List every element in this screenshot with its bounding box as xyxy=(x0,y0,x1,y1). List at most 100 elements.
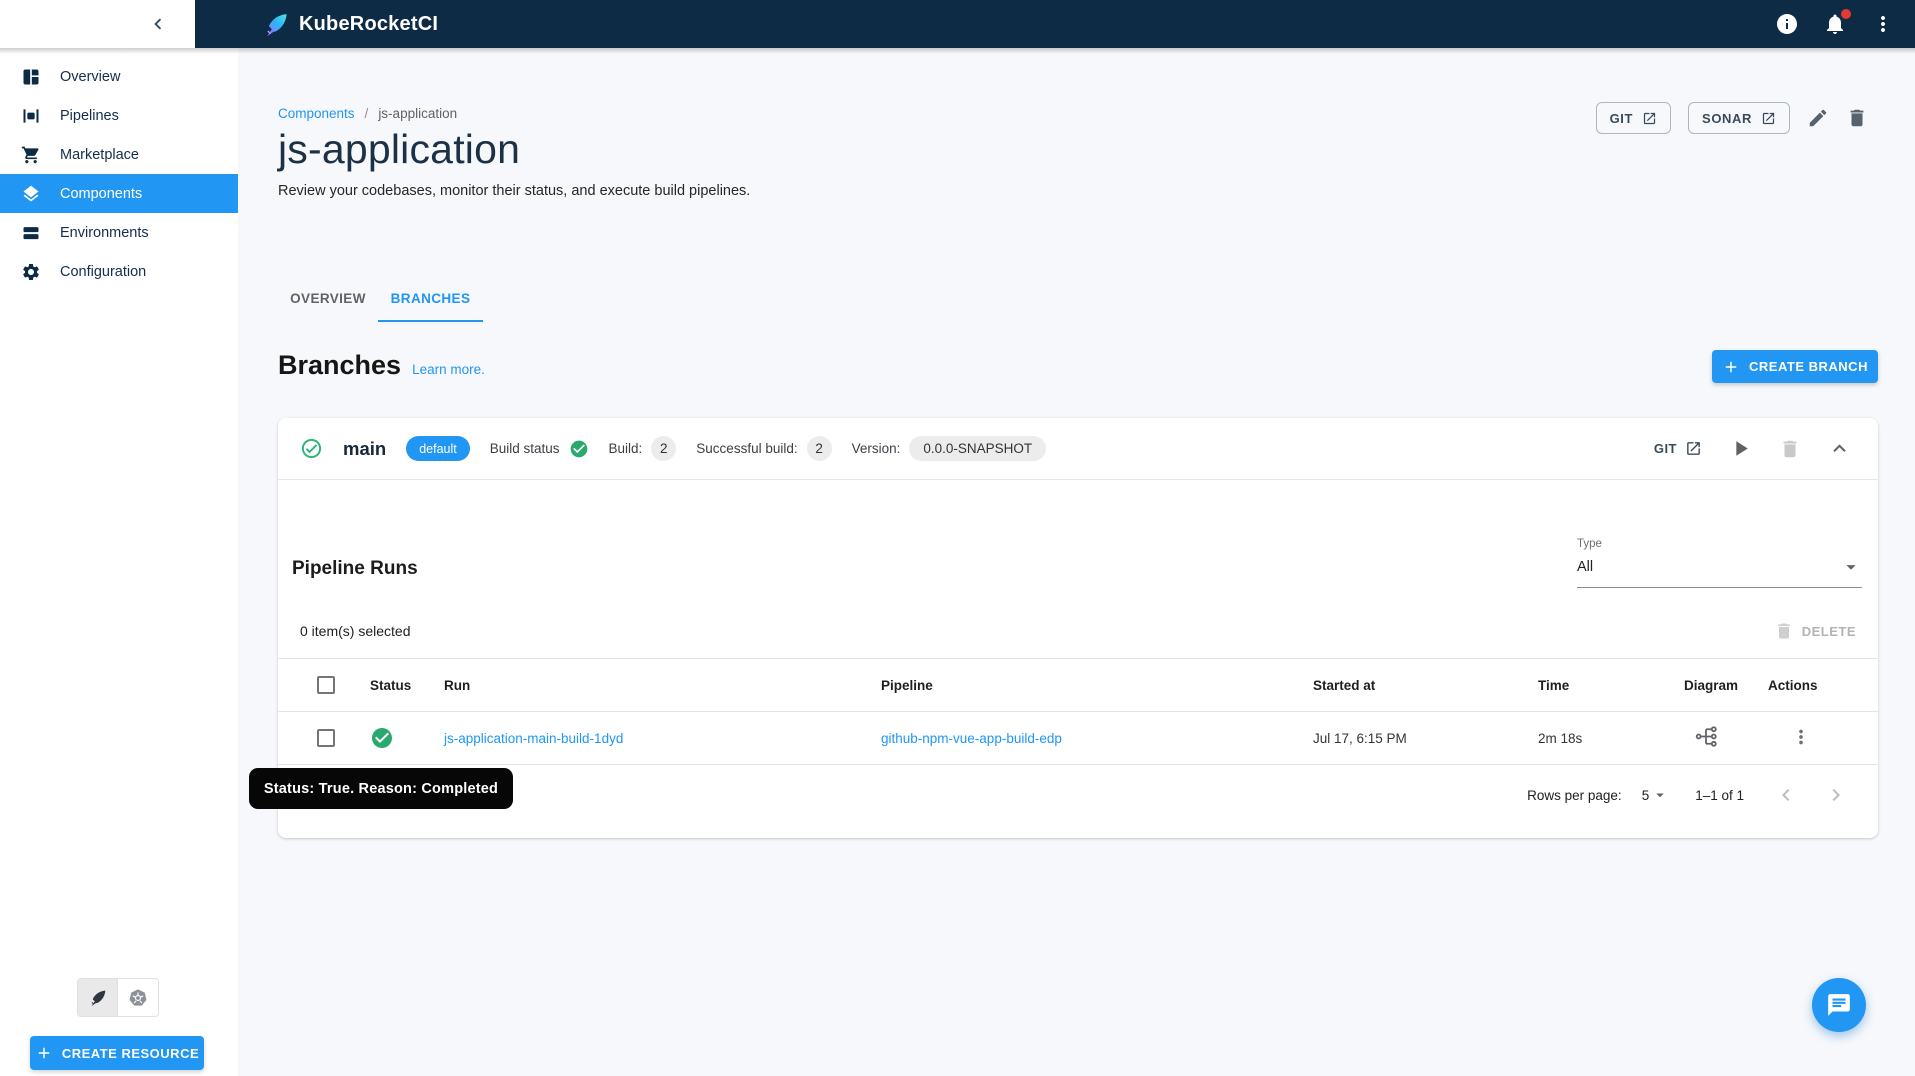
page-title: js-application xyxy=(278,126,521,172)
sidebar-item-label: Pipelines xyxy=(60,107,119,124)
table-header-row: Status Run Pipeline Started at Time Diag… xyxy=(278,658,1878,712)
notifications-bell-icon[interactable] xyxy=(1823,9,1851,36)
selected-count-text: 0 item(s) selected xyxy=(300,623,411,639)
page-subtitle: Review your codebases, monitor their sta… xyxy=(278,183,751,199)
app-bar: KubeRocketCI xyxy=(195,0,1915,48)
branch-header-row: main default Build status Build: 2 Succe… xyxy=(278,418,1878,480)
sidebar-item-label: Environments xyxy=(60,224,149,241)
pipeline-link[interactable]: github-npm-vue-app-build-edp xyxy=(881,731,1062,746)
sidebar-item-configuration[interactable]: Configuration xyxy=(0,252,238,291)
type-filter-label: Type xyxy=(1577,538,1602,550)
pipeline-runs-toolbar: 0 item(s) selected DELETE xyxy=(300,616,1856,646)
kuberocketci-toggle-button[interactable] xyxy=(78,979,118,1016)
sidebar: Overview Pipelines Marketplace Component… xyxy=(0,0,238,1076)
kubernetes-toggle-button[interactable] xyxy=(118,979,158,1016)
tab-branches[interactable]: BRANCHES xyxy=(378,274,483,322)
successful-build-label: Successful build: xyxy=(696,441,798,456)
info-icon[interactable] xyxy=(1775,12,1799,36)
chat-fab-button[interactable] xyxy=(1812,978,1866,1032)
default-branch-badge: default xyxy=(406,436,470,461)
build-status-success-icon xyxy=(569,439,589,459)
rows-per-page-select[interactable]: 5 xyxy=(1642,786,1670,804)
chevron-down-icon xyxy=(1656,793,1664,798)
column-time: Time xyxy=(1538,677,1570,693)
breadcrumb-separator: / xyxy=(364,106,369,121)
branch-git-label: GIT xyxy=(1653,441,1677,456)
chat-bubble-icon xyxy=(1826,992,1852,1018)
branch-name: main xyxy=(343,437,387,459)
create-resource-button[interactable]: CREATE RESOURCE xyxy=(30,1036,204,1070)
breadcrumb-components-link[interactable]: Components xyxy=(278,106,355,121)
tab-overview[interactable]: OVERVIEW xyxy=(278,274,378,322)
cluster-toggle-group xyxy=(77,978,159,1017)
stacked-rows-icon xyxy=(21,223,41,243)
feather-icon xyxy=(88,988,108,1008)
select-all-checkbox[interactable] xyxy=(317,676,335,694)
column-run: Run xyxy=(444,677,471,693)
sidebar-item-marketplace[interactable]: Marketplace xyxy=(0,135,238,174)
delete-selected-button[interactable]: DELETE xyxy=(1774,621,1856,641)
app-bar-actions xyxy=(1775,9,1895,36)
pipelines-icon xyxy=(21,106,41,126)
sidebar-item-components[interactable]: Components xyxy=(0,174,238,213)
create-branch-button[interactable]: CREATE BRANCH xyxy=(1712,350,1878,383)
dashboard-icon xyxy=(21,67,41,87)
learn-more-link[interactable]: Learn more. xyxy=(412,362,485,377)
git-button[interactable]: GIT xyxy=(1595,102,1672,134)
version-badge: 0.0.0-SNAPSHOT xyxy=(909,436,1047,461)
sidebar-item-pipelines[interactable]: Pipelines xyxy=(0,96,238,135)
successful-build-group: Successful build: 2 xyxy=(696,436,832,461)
sidebar-nav: Overview Pipelines Marketplace Component… xyxy=(0,57,238,291)
sidebar-item-label: Components xyxy=(60,185,143,202)
build-count-badge: 2 xyxy=(651,436,677,461)
sidebar-item-label: Overview xyxy=(60,68,121,85)
started-at-value: Jul 17, 6:15 PM xyxy=(1313,730,1407,746)
delete-branch-trash-icon[interactable] xyxy=(1779,438,1801,460)
column-actions: Actions xyxy=(1768,677,1818,693)
git-button-label: GIT xyxy=(1609,110,1634,126)
branch-card: main default Build status Build: 2 Succe… xyxy=(278,418,1878,838)
row-checkbox[interactable] xyxy=(317,729,335,747)
run-link[interactable]: js-application-main-build-1dyd xyxy=(444,731,623,746)
previous-page-icon[interactable] xyxy=(1774,783,1798,807)
next-page-icon[interactable] xyxy=(1824,783,1848,807)
plus-icon xyxy=(1722,358,1740,376)
build-status-group: Build status xyxy=(490,439,589,459)
edit-pencil-icon[interactable] xyxy=(1807,107,1829,129)
build-label: Build: xyxy=(608,441,643,456)
sidebar-item-label: Marketplace xyxy=(60,146,139,163)
appbar-shadow xyxy=(0,48,1915,54)
row-kebab-menu-icon[interactable] xyxy=(1790,726,1812,748)
notification-badge xyxy=(1841,9,1851,19)
app-logo: KubeRocketCI xyxy=(263,11,438,38)
branches-heading: Branches xyxy=(278,350,402,380)
version-label: Version: xyxy=(851,441,901,456)
plus-icon xyxy=(35,1044,53,1062)
collapse-branch-chevron-up-icon[interactable] xyxy=(1827,436,1852,461)
branch-git-link[interactable]: GIT xyxy=(1654,440,1702,457)
build-count-group: Build: 2 xyxy=(609,436,677,461)
status-tooltip: Status: True. Reason: Completed xyxy=(249,768,513,809)
breadcrumb-current: js-application xyxy=(378,106,458,121)
delete-trash-icon[interactable] xyxy=(1846,107,1868,129)
sidebar-item-overview[interactable]: Overview xyxy=(0,57,238,96)
app-title: KubeRocketCI xyxy=(299,12,439,35)
chevron-down-icon xyxy=(1846,565,1856,570)
collapse-sidebar-icon[interactable] xyxy=(147,13,169,35)
sidebar-header xyxy=(0,0,195,48)
sonar-button[interactable]: SONAR xyxy=(1688,102,1790,134)
type-filter-select[interactable]: Type All xyxy=(1577,538,1862,588)
diagram-tree-icon[interactable] xyxy=(1694,724,1719,749)
successful-build-count-badge: 2 xyxy=(806,436,832,461)
run-pipeline-play-icon[interactable] xyxy=(1728,436,1753,461)
kubernetes-icon xyxy=(128,988,148,1008)
column-status: Status xyxy=(370,677,412,693)
kebab-menu-icon[interactable] xyxy=(1871,12,1895,36)
sidebar-item-environments[interactable]: Environments xyxy=(0,213,238,252)
column-diagram: Diagram xyxy=(1684,677,1739,693)
time-value: 2m 18s xyxy=(1538,730,1583,746)
branches-heading-row: Branches Learn more. xyxy=(278,350,485,381)
delete-selected-label: DELETE xyxy=(1801,623,1856,639)
layers-icon xyxy=(21,184,41,204)
kuberocketci-app: Overview Pipelines Marketplace Component… xyxy=(0,0,1915,1076)
